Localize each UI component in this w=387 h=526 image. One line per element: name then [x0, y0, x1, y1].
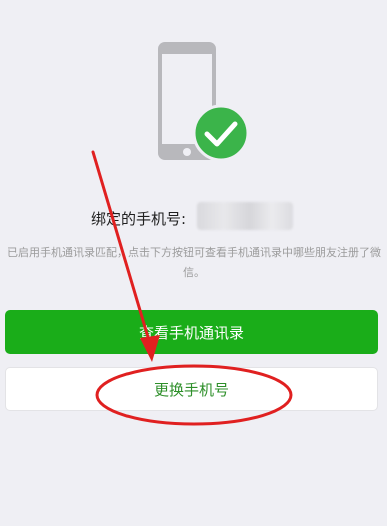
bound-phone-label: 绑定的手机号:	[91, 210, 187, 228]
view-contacts-button[interactable]: 查看手机通讯录	[5, 310, 378, 354]
phone-icon	[158, 42, 250, 162]
change-phone-button[interactable]: 更换手机号	[5, 367, 378, 411]
masked-phone-number	[197, 202, 293, 230]
phone-binding-screen: 绑定的手机号: 已启用手机通讯录匹配，点击下方按钮可查看手机通讯录中哪些朋友注册…	[0, 0, 387, 526]
contacts-match-description: 已启用手机通讯录匹配，点击下方按钮可查看手机通讯录中哪些朋友注册了微信。	[7, 246, 381, 279]
checkmark-badge-icon	[192, 104, 250, 162]
